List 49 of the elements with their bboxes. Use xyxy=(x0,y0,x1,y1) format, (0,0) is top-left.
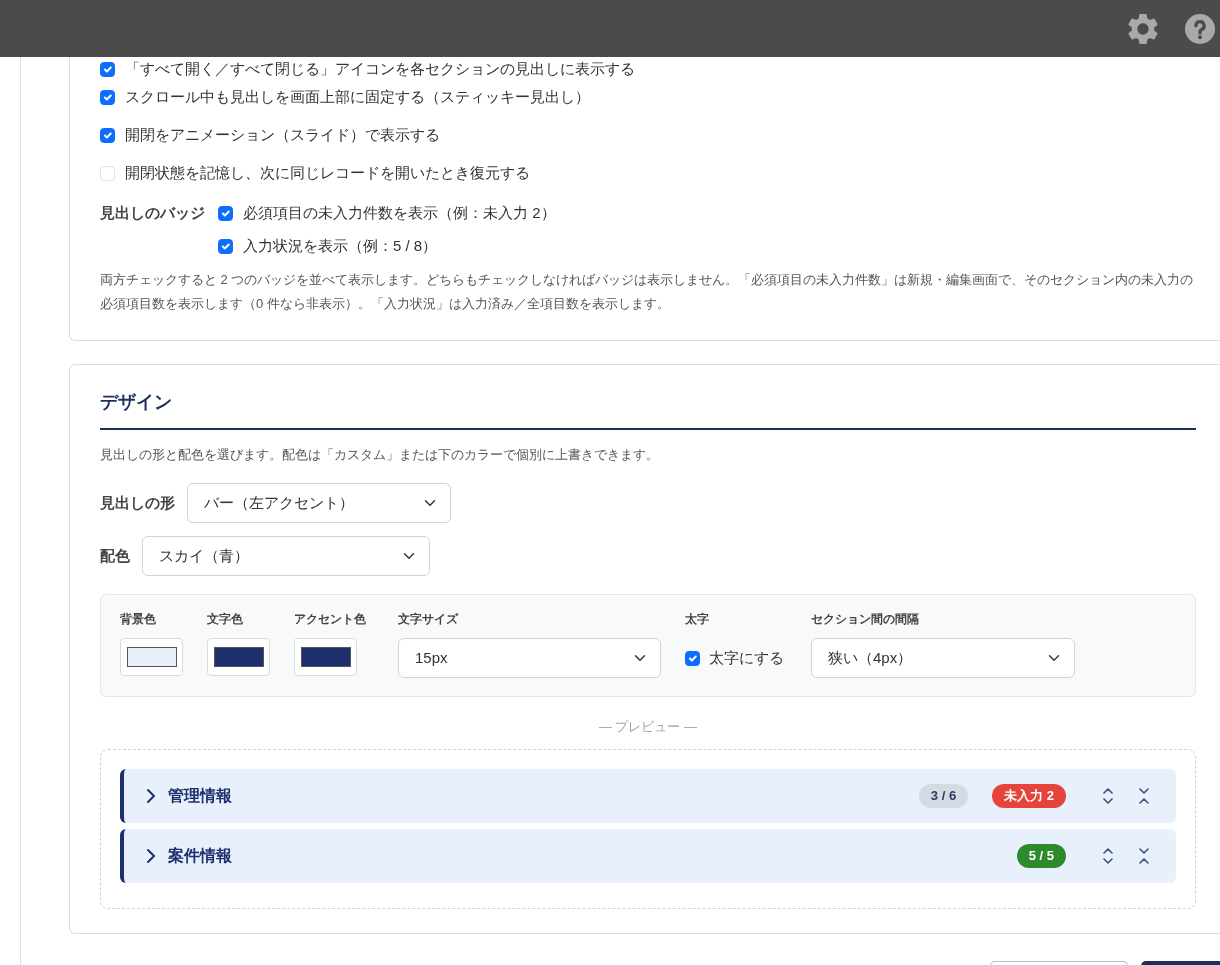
chevron-right-icon xyxy=(145,788,157,804)
field-label: 太字 xyxy=(685,611,710,628)
field-label: 文字色 xyxy=(207,611,244,628)
chevron-right-icon xyxy=(145,848,157,864)
field-label: セクション間の間隔 xyxy=(811,611,920,628)
color-picker[interactable] xyxy=(294,638,357,676)
section-header[interactable]: 案件情報 5 / 5 xyxy=(120,829,1176,883)
help-icon[interactable] xyxy=(1185,13,1215,44)
color-picker[interactable] xyxy=(120,638,183,676)
checkbox-label: スクロール中も見出しを画面上部に固定する（スティッキー見出し） xyxy=(125,86,590,107)
settings-icon[interactable] xyxy=(1128,13,1158,44)
preview-caption: — プレビュー — xyxy=(597,718,699,736)
help-text: 両方チェックすると 2 つのバッジを並べて表示します。どちらもチェックしなければバッジは表示しません。「必須項目の未入力件数」は新規・編集画面で、そのセクション内の未入力の必須項目数を表示します（0 件なら非表示）。「入力状況」は入力済み／全項目数を表示します。 xyxy=(100,271,1195,313)
progress-badge: 5 / 5 xyxy=(1016,844,1066,868)
option-checkbox[interactable] xyxy=(100,89,115,105)
bold-checkbox[interactable] xyxy=(685,650,700,666)
badge-checkbox[interactable] xyxy=(218,238,233,254)
section-title: デザイン xyxy=(100,389,1196,430)
heading-shape-dropdown[interactable]: バー（左アクセント） xyxy=(187,483,451,523)
checkbox-label: 入力状況を表示（例：5 / 8） xyxy=(243,235,438,256)
option-checkbox[interactable] xyxy=(100,61,115,77)
field-label: 文字サイズ xyxy=(398,611,460,628)
checkbox-label: 「すべて開く／すべて閉じる」アイコンを各セクションの見出しに表示する xyxy=(125,58,635,79)
section-title: 案件情報 xyxy=(168,846,232,866)
collapse-all-icon[interactable] xyxy=(1139,788,1149,804)
field-label: 配色 xyxy=(100,545,130,566)
badge-checkbox[interactable] xyxy=(218,205,233,221)
checkbox-label: 開閉をアニメーション（スライド）で表示する xyxy=(125,124,440,145)
checkbox-label: 必須項目の未入力件数を表示（例：未入力 2） xyxy=(243,202,556,223)
spacing-dropdown[interactable]: 狭い（4px） xyxy=(811,638,1075,678)
section-title: 管理情報 xyxy=(168,786,232,806)
checkbox-label: 太字にする xyxy=(709,647,784,668)
section-description: 見出しの形と配色を選びます。配色は「カスタム」または下のカラーで個別に上書きできます。 xyxy=(100,446,660,464)
field-label: 見出しの形 xyxy=(100,492,175,513)
collapse-all-icon[interactable] xyxy=(1139,848,1149,864)
expand-all-icon[interactable] xyxy=(1103,848,1113,864)
option-checkbox[interactable] xyxy=(100,127,115,143)
color-scheme-dropdown[interactable]: スカイ（青） xyxy=(142,536,430,576)
expand-all-icon[interactable] xyxy=(1103,788,1113,804)
progress-badge: 3 / 6 xyxy=(918,784,969,808)
section-header[interactable]: 管理情報 3 / 6 未入力 2 xyxy=(120,769,1176,823)
field-label: 見出しのバッジ xyxy=(100,203,205,223)
field-label: アクセント色 xyxy=(294,611,367,628)
font-size-dropdown[interactable]: 15px xyxy=(398,638,661,678)
primary-button[interactable] xyxy=(1141,961,1220,965)
field-label: 背景色 xyxy=(120,611,157,628)
checkbox-label: 開閉状態を記憶し、次に同じレコードを開いたとき復元する xyxy=(125,162,530,183)
missing-count-badge: 未入力 2 xyxy=(992,784,1066,808)
color-picker[interactable] xyxy=(207,638,270,676)
